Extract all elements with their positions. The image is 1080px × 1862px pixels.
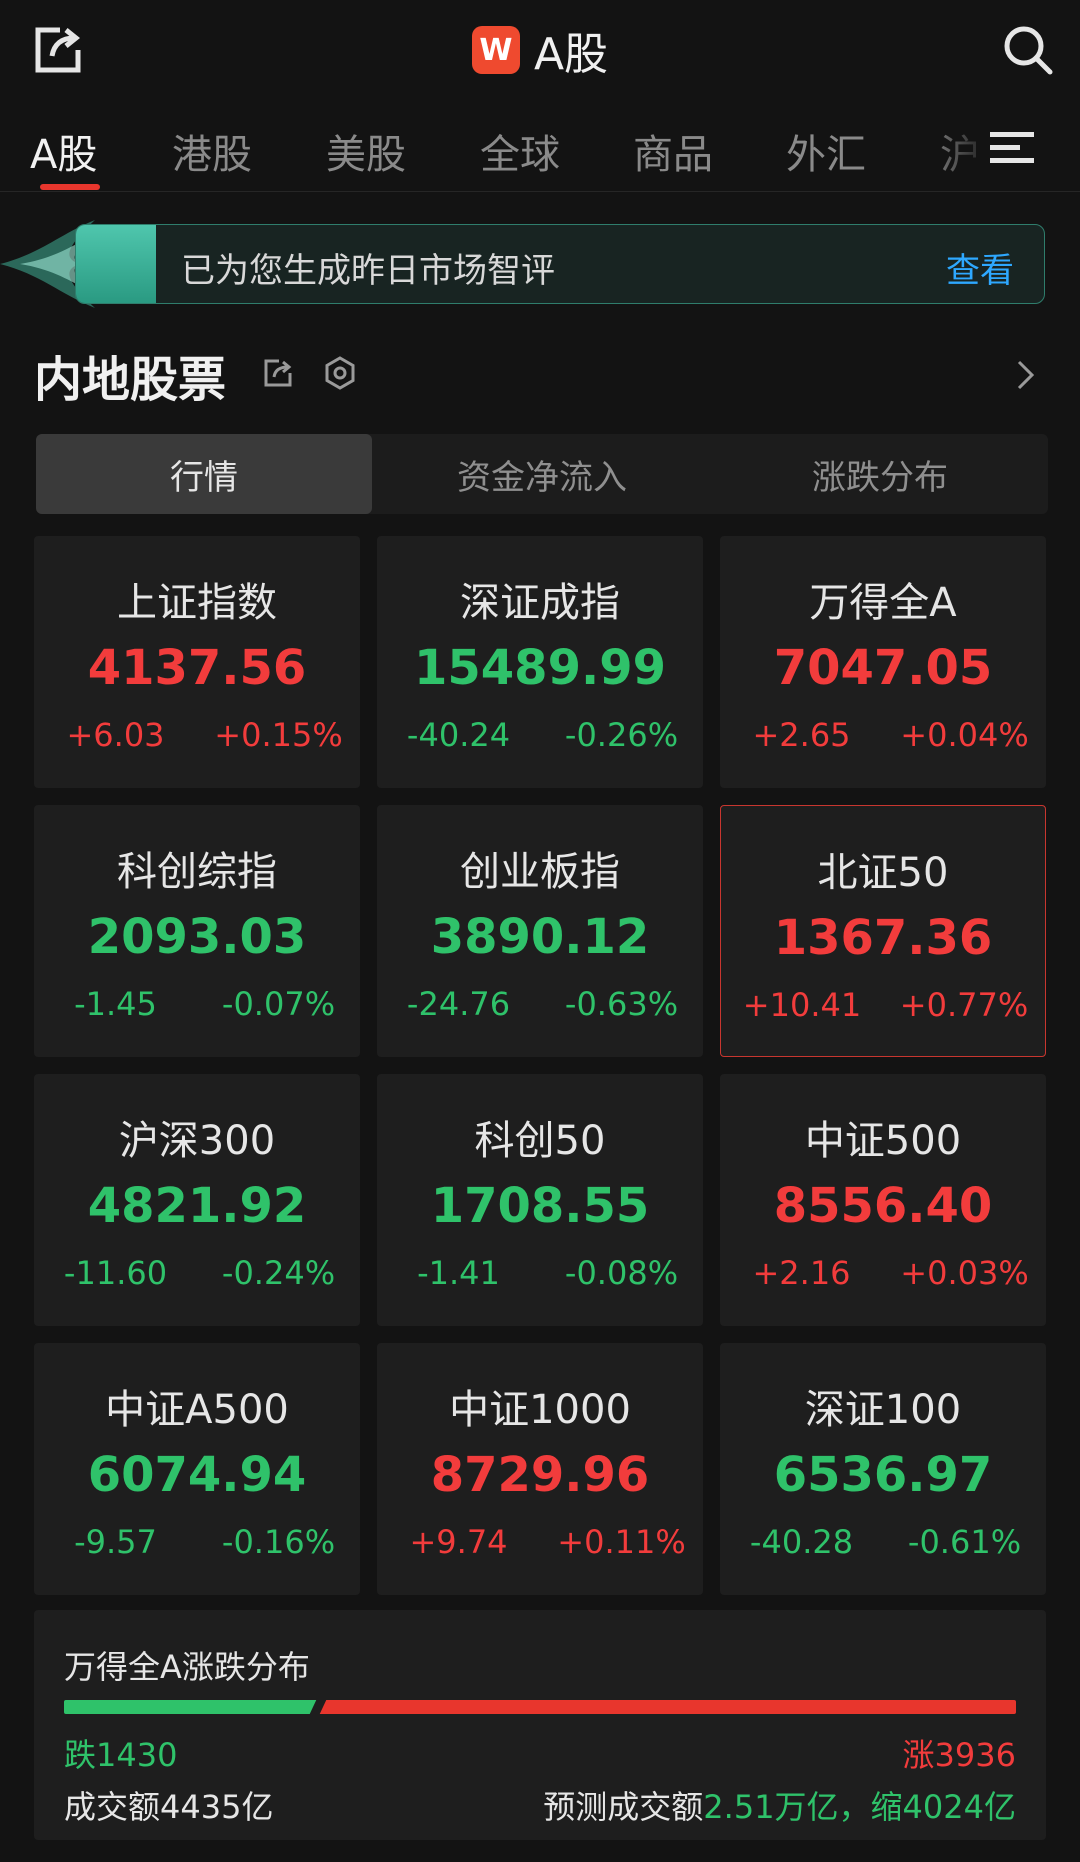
index-change: -1.45 bbox=[74, 985, 157, 1023]
index-change-pct: +0.11% bbox=[557, 1523, 686, 1561]
banner-view-link[interactable]: 查看 bbox=[946, 243, 1014, 292]
segment-quotes[interactable]: 行情 bbox=[36, 434, 372, 514]
index-change-pct: -0.61% bbox=[907, 1523, 1022, 1561]
banner-accent-strip bbox=[76, 225, 156, 303]
index-value: 4821.92 bbox=[87, 1178, 307, 1234]
index-change: +9.74 bbox=[409, 1523, 508, 1561]
forecast-label: 预测成交额 bbox=[543, 1788, 704, 1826]
segment-distribution[interactable]: 涨跌分布 bbox=[712, 434, 1048, 514]
index-name: 深证成指 bbox=[460, 580, 620, 626]
index-name: 中证500 bbox=[804, 1118, 962, 1164]
view-segmented-control: 行情 资金净流入 涨跌分布 bbox=[36, 434, 1048, 514]
breadth-bar-rises bbox=[318, 1700, 1016, 1714]
index-card[interactable]: 创业板指 3890.12 -24.76 -0.63% bbox=[377, 805, 703, 1057]
share-icon[interactable] bbox=[262, 357, 294, 389]
index-value: 4137.56 bbox=[87, 640, 307, 696]
index-value: 6074.94 bbox=[87, 1447, 307, 1503]
index-change-pct: +0.04% bbox=[900, 716, 1029, 754]
index-change-pct: -0.63% bbox=[564, 985, 679, 1023]
index-value: 3890.12 bbox=[430, 909, 650, 965]
index-name: 中证1000 bbox=[449, 1387, 631, 1433]
index-value: 1708.55 bbox=[430, 1178, 650, 1234]
chevron-right-icon[interactable] bbox=[1014, 358, 1038, 392]
index-change-pct: -0.08% bbox=[564, 1254, 679, 1292]
breadth-bar bbox=[64, 1700, 1016, 1714]
forecast-value: 2.51万亿，缩4024亿 bbox=[703, 1788, 1016, 1826]
index-change: +2.65 bbox=[752, 716, 851, 754]
index-card[interactable]: 深证100 6536.97 -40.28 -0.61% bbox=[720, 1343, 1046, 1595]
index-change-pct: +0.03% bbox=[900, 1254, 1029, 1292]
market-breadth-panel[interactable]: 万得全A涨跌分布 跌1430 涨3936 成交额4435亿 预测成交额2.51万… bbox=[34, 1610, 1046, 1840]
index-card[interactable]: 科创50 1708.55 -1.41 -0.08% bbox=[377, 1074, 703, 1326]
index-change: -40.28 bbox=[749, 1523, 854, 1561]
index-change: +10.41 bbox=[742, 986, 862, 1024]
menu-icon[interactable] bbox=[986, 128, 1042, 168]
index-name: 深证100 bbox=[804, 1387, 962, 1433]
index-card[interactable]: 万得全A 7047.05 +2.65 +0.04% bbox=[720, 536, 1046, 788]
index-value: 7047.05 bbox=[773, 640, 993, 696]
index-name: 创业板指 bbox=[460, 849, 620, 895]
ai-summary-banner[interactable]: 已为您生成昨日市场智评 查看 bbox=[75, 224, 1045, 304]
index-change: -40.24 bbox=[406, 716, 511, 754]
index-value: 6536.97 bbox=[773, 1447, 993, 1503]
tab-global[interactable]: 全球 bbox=[480, 122, 560, 180]
index-name: 科创50 bbox=[474, 1118, 606, 1164]
index-name: 万得全A bbox=[809, 580, 957, 626]
settings-icon[interactable] bbox=[322, 355, 358, 391]
tab-commodities[interactable]: 商品 bbox=[633, 122, 713, 180]
active-tab-indicator bbox=[40, 184, 100, 190]
index-value: 15489.99 bbox=[413, 640, 667, 696]
index-change: -1.41 bbox=[417, 1254, 500, 1292]
market-tabs: A股 港股 美股 全球 商品 外汇 沪 bbox=[0, 104, 1080, 192]
header-title-group: W A股 bbox=[0, 20, 1080, 80]
index-change: -9.57 bbox=[74, 1523, 157, 1561]
banner-text: 已为您生成昨日市场智评 bbox=[181, 251, 555, 291]
tab-us-stocks[interactable]: 美股 bbox=[326, 122, 406, 180]
breadth-title: 万得全A涨跌分布 bbox=[64, 1648, 310, 1686]
app-logo: W bbox=[471, 26, 520, 74]
index-card[interactable]: 中证500 8556.40 +2.16 +0.03% bbox=[720, 1074, 1046, 1326]
breadth-bar-falls bbox=[64, 1700, 318, 1714]
index-value: 8729.96 bbox=[430, 1447, 650, 1503]
search-icon[interactable] bbox=[998, 20, 1058, 80]
turnover-amount: 成交额4435亿 bbox=[64, 1788, 274, 1826]
index-change-pct: +0.77% bbox=[899, 986, 1029, 1024]
index-change-pct: -0.16% bbox=[221, 1523, 336, 1561]
index-card[interactable]: 科创综指 2093.03 -1.45 -0.07% bbox=[34, 805, 360, 1057]
index-card[interactable]: 深证成指 15489.99 -40.24 -0.26% bbox=[377, 536, 703, 788]
index-change: +6.03 bbox=[66, 716, 165, 754]
tab-a-shares[interactable]: A股 bbox=[30, 122, 97, 180]
index-value: 1367.36 bbox=[773, 910, 993, 966]
tab-hk-stocks[interactable]: 港股 bbox=[172, 122, 252, 180]
index-name: 科创综指 bbox=[117, 849, 277, 895]
index-card[interactable]: 上证指数 4137.56 +6.03 +0.15% bbox=[34, 536, 360, 788]
index-card[interactable]: 中证1000 8729.96 +9.74 +0.11% bbox=[377, 1343, 703, 1595]
falls-count: 跌1430 bbox=[64, 1736, 178, 1774]
page-title: A股 bbox=[533, 29, 609, 80]
section-title: 内地股票 bbox=[34, 352, 227, 408]
index-card[interactable]: 北证50 1367.36 +10.41 +0.77% bbox=[720, 805, 1046, 1057]
index-card[interactable]: 沪深300 4821.92 -11.60 -0.24% bbox=[34, 1074, 360, 1326]
index-change-pct: -0.07% bbox=[221, 985, 336, 1023]
index-name: 沪深300 bbox=[118, 1118, 276, 1164]
index-name: 北证50 bbox=[817, 850, 949, 896]
segment-net-inflow[interactable]: 资金净流入 bbox=[374, 434, 710, 514]
index-change-pct: -0.24% bbox=[221, 1254, 336, 1292]
index-value: 8556.40 bbox=[773, 1178, 993, 1234]
index-change-pct: +0.15% bbox=[214, 716, 343, 754]
index-change: -11.60 bbox=[63, 1254, 168, 1292]
rises-count: 涨3936 bbox=[902, 1736, 1016, 1774]
index-change-pct: -0.26% bbox=[564, 716, 679, 754]
index-change: +2.16 bbox=[752, 1254, 851, 1292]
index-change: -24.76 bbox=[406, 985, 511, 1023]
index-card[interactable]: 中证A500 6074.94 -9.57 -0.16% bbox=[34, 1343, 360, 1595]
forecast-turnover: 预测成交额2.51万亿，缩4024亿 bbox=[543, 1782, 1016, 1828]
index-name: 上证指数 bbox=[117, 580, 277, 626]
tab-forex[interactable]: 外汇 bbox=[786, 122, 866, 180]
app-header: W A股 bbox=[0, 0, 1080, 104]
index-name: 中证A500 bbox=[105, 1387, 289, 1433]
index-value: 2093.03 bbox=[87, 909, 307, 965]
